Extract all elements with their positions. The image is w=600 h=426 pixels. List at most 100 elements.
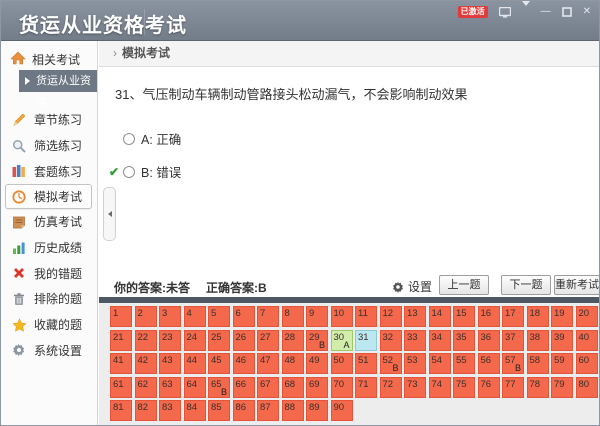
chevron-down-icon[interactable] — [522, 6, 530, 18]
question-cell-69[interactable]: 69 — [306, 377, 328, 398]
question-cell-72[interactable]: 72 — [380, 377, 402, 398]
sidebar-item-freight-qualification[interactable]: 货运从业资格 — [19, 70, 97, 92]
question-cell-68[interactable]: 68 — [282, 377, 304, 398]
option-b-radio[interactable] — [123, 166, 135, 178]
question-cell-79[interactable]: 79 — [551, 377, 573, 398]
sidebar-item-filter-practice[interactable]: 筛选练习 — [1, 133, 97, 159]
sidebar-item-simulation-exam[interactable]: 仿真考试 — [1, 209, 97, 235]
question-cell-48[interactable]: 48 — [282, 353, 304, 374]
question-cell-32[interactable]: 32 — [380, 330, 402, 351]
question-cell-46[interactable]: 46 — [233, 353, 255, 374]
question-cell-20[interactable]: 20 — [576, 306, 598, 327]
question-cell-71[interactable]: 71 — [355, 377, 377, 398]
question-cell-45[interactable]: 45 — [208, 353, 230, 374]
question-cell-57[interactable]: 57B — [502, 353, 524, 374]
option-a-radio[interactable] — [123, 133, 135, 145]
question-cell-35[interactable]: 35 — [453, 330, 475, 351]
question-cell-52[interactable]: 52B — [380, 353, 402, 374]
question-cell-44[interactable]: 44 — [184, 353, 206, 374]
question-cell-78[interactable]: 78 — [527, 377, 549, 398]
question-cell-37[interactable]: 37 — [502, 330, 524, 351]
question-cell-24[interactable]: 24 — [184, 330, 206, 351]
question-cell-43[interactable]: 43 — [159, 353, 181, 374]
question-cell-30[interactable]: 30A — [331, 330, 353, 351]
question-cell-81[interactable]: 81 — [110, 400, 132, 421]
question-cell-10[interactable]: 10 — [331, 306, 353, 327]
question-cell-9[interactable]: 9 — [306, 306, 328, 327]
sidebar-item-history-scores[interactable]: 历史成绩 — [1, 235, 97, 261]
question-cell-34[interactable]: 34 — [429, 330, 451, 351]
question-cell-40[interactable]: 40 — [576, 330, 598, 351]
question-cell-19[interactable]: 19 — [551, 306, 573, 327]
question-cell-17[interactable]: 17 — [502, 306, 524, 327]
activation-badge[interactable]: 已激活 — [458, 6, 488, 18]
question-cell-12[interactable]: 12 — [380, 306, 402, 327]
question-cell-22[interactable]: 22 — [135, 330, 157, 351]
question-cell-7[interactable]: 7 — [257, 306, 279, 327]
question-cell-80[interactable]: 80 — [576, 377, 598, 398]
sidebar-item-chapter-practice[interactable]: 章节练习 — [1, 107, 97, 133]
question-cell-77[interactable]: 77 — [502, 377, 524, 398]
question-cell-36[interactable]: 36 — [478, 330, 500, 351]
question-cell-51[interactable]: 51 — [355, 353, 377, 374]
question-cell-73[interactable]: 73 — [404, 377, 426, 398]
question-cell-28[interactable]: 28 — [282, 330, 304, 351]
prev-question-button[interactable]: 上一题 — [439, 275, 489, 295]
question-cell-61[interactable]: 61 — [110, 377, 132, 398]
question-cell-39[interactable]: 39 — [551, 330, 573, 351]
sidebar-item-set-practice[interactable]: 套题练习 — [1, 158, 97, 184]
option-b[interactable]: ✔ B: 错误 — [109, 162, 181, 181]
sidebar-header-related-exams[interactable]: 相关考试 — [10, 51, 80, 68]
question-cell-90[interactable]: 90 — [331, 400, 353, 421]
question-cell-11[interactable]: 11 — [355, 306, 377, 327]
question-cell-63[interactable]: 63 — [159, 377, 181, 398]
question-cell-89[interactable]: 89 — [306, 400, 328, 421]
question-cell-14[interactable]: 14 — [429, 306, 451, 327]
question-cell-67[interactable]: 67 — [257, 377, 279, 398]
question-cell-18[interactable]: 18 — [527, 306, 549, 327]
question-cell-59[interactable]: 59 — [551, 353, 573, 374]
question-cell-82[interactable]: 82 — [135, 400, 157, 421]
question-cell-85[interactable]: 85 — [208, 400, 230, 421]
question-cell-16[interactable]: 16 — [478, 306, 500, 327]
question-cell-41[interactable]: 41 — [110, 353, 132, 374]
option-a[interactable]: ✔ A: 正确 — [109, 129, 181, 148]
question-cell-21[interactable]: 21 — [110, 330, 132, 351]
question-cell-2[interactable]: 2 — [135, 306, 157, 327]
question-cell-15[interactable]: 15 — [453, 306, 475, 327]
question-cell-86[interactable]: 86 — [233, 400, 255, 421]
sidebar-item-my-mistakes[interactable]: 我的错题 — [1, 260, 97, 286]
question-cell-60[interactable]: 60 — [576, 353, 598, 374]
maximize-button[interactable] — [562, 7, 572, 17]
question-cell-62[interactable]: 62 — [135, 377, 157, 398]
question-cell-29[interactable]: 29B — [306, 330, 328, 351]
sidebar-item-excluded-questions[interactable]: 排除的题 — [1, 286, 97, 312]
question-cell-87[interactable]: 87 — [257, 400, 279, 421]
question-cell-53[interactable]: 53 — [404, 353, 426, 374]
sidebar-item-favorite-questions[interactable]: 收藏的题 — [1, 312, 97, 338]
question-cell-88[interactable]: 88 — [282, 400, 304, 421]
question-cell-84[interactable]: 84 — [184, 400, 206, 421]
question-cell-47[interactable]: 47 — [257, 353, 279, 374]
question-cell-56[interactable]: 56 — [478, 353, 500, 374]
question-cell-58[interactable]: 58 — [527, 353, 549, 374]
question-cell-23[interactable]: 23 — [159, 330, 181, 351]
question-cell-49[interactable]: 49 — [306, 353, 328, 374]
question-cell-3[interactable]: 3 — [159, 306, 181, 327]
question-cell-26[interactable]: 26 — [233, 330, 255, 351]
question-cell-74[interactable]: 74 — [429, 377, 451, 398]
question-cell-50[interactable]: 50 — [331, 353, 353, 374]
question-cell-66[interactable]: 66 — [233, 377, 255, 398]
question-cell-31[interactable]: 31 — [355, 330, 377, 351]
question-cell-33[interactable]: 33 — [404, 330, 426, 351]
question-cell-54[interactable]: 54 — [429, 353, 451, 374]
settings-button[interactable]: 设置 — [392, 278, 432, 295]
question-cell-55[interactable]: 55 — [453, 353, 475, 374]
question-cell-6[interactable]: 6 — [233, 306, 255, 327]
question-cell-75[interactable]: 75 — [453, 377, 475, 398]
question-cell-42[interactable]: 42 — [135, 353, 157, 374]
sidebar-item-system-settings[interactable]: 系统设置 — [1, 338, 97, 364]
question-cell-65[interactable]: 65B — [208, 377, 230, 398]
question-cell-4[interactable]: 4 — [184, 306, 206, 327]
minimize-button[interactable]: — — [541, 6, 551, 18]
